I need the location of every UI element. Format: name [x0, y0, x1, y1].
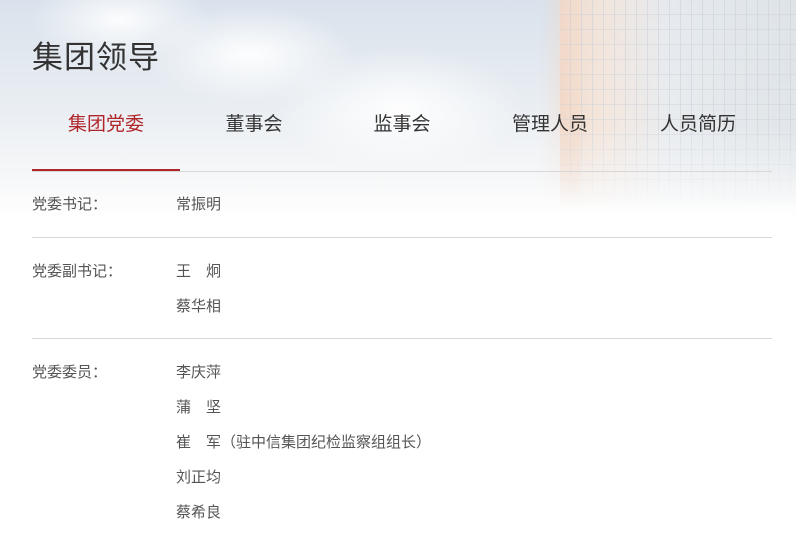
section-label: 党委副书记：	[32, 262, 123, 280]
person-name: 王 炯	[176, 262, 222, 280]
section-divider	[32, 237, 772, 238]
page-content: 集团领导 集团党委 董事会 监事会 管理人员 人员简历 党委书记： 常振明 党委…	[0, 0, 796, 536]
section-deputy-party-secretary: 党委副书记： 王 炯 蔡华相	[32, 261, 772, 339]
section-party-secretary: 党委书记： 常振明	[32, 194, 772, 238]
person-name: 刘正均	[176, 468, 222, 486]
section-label: 党委委员：	[32, 363, 108, 381]
person-name: 蒲 坚	[176, 398, 222, 416]
tab-management[interactable]: 管理人员	[476, 104, 624, 170]
person-name: 蔡希良	[176, 503, 222, 521]
name-list: 常振明	[176, 194, 221, 229]
person-name: 蔡华相	[176, 297, 222, 315]
tab-party-committee[interactable]: 集团党委	[32, 104, 180, 171]
tab-board-of-supervisors[interactable]: 监事会	[328, 104, 476, 170]
person-name: 崔 军（驻中信集团纪检监察组组长）	[176, 433, 432, 451]
tabs-divider	[32, 171, 772, 172]
section-label: 党委书记：	[32, 195, 108, 213]
tab-bar: 集团党委 董事会 监事会 管理人员 人员简历	[32, 104, 772, 172]
person-name: 常振明	[176, 195, 222, 213]
tab-board-of-directors[interactable]: 董事会	[180, 104, 328, 170]
tab-resumes[interactable]: 人员简历	[624, 104, 772, 170]
page-title: 集团领导	[32, 40, 160, 76]
name-list: 王 炯 蔡华相	[176, 261, 221, 331]
section-divider	[32, 338, 772, 339]
person-name: 李庆萍	[176, 363, 222, 381]
name-list: 李庆萍 蒲 坚 崔 军（驻中信集团纪检监察组组长） 刘正均 蔡希良	[176, 362, 431, 537]
section-party-committee-members: 党委委员： 李庆萍 蒲 坚 崔 军（驻中信集团纪检监察组组长） 刘正均 蔡希良	[32, 362, 772, 532]
